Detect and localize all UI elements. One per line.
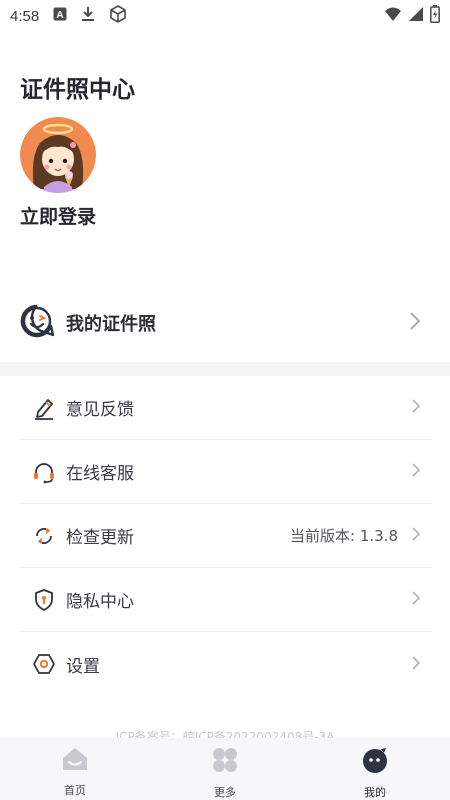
my-photos-row[interactable]: 我的证件照: [20, 295, 430, 351]
smile-face-icon: [20, 304, 55, 342]
shield-lock-icon: [32, 588, 56, 612]
chevron-right-icon: [412, 462, 421, 481]
grid-icon: [211, 746, 239, 778]
menu-item-customer-service[interactable]: 在线客服: [20, 440, 432, 504]
chevron-right-icon: [412, 398, 421, 417]
status-bar: 4:58 A: [0, 0, 450, 32]
home-icon: [61, 746, 89, 776]
chevron-right-icon: [410, 312, 421, 334]
headset-icon: [32, 460, 56, 484]
signal-icon: [408, 6, 424, 26]
menu-item-label: 隐私中心: [66, 592, 134, 612]
chevron-right-icon: [412, 590, 421, 609]
profile-face-icon: [361, 746, 389, 778]
cube-icon: [109, 5, 127, 27]
menu-item-label: 检查更新: [66, 528, 134, 548]
tab-label: 更多: [214, 786, 236, 799]
download-icon: [81, 6, 95, 26]
status-time: 4:58: [10, 7, 40, 25]
menu-item-label: 意见反馈: [66, 400, 134, 420]
section-divider: [0, 362, 450, 376]
tab-more[interactable]: 更多: [150, 738, 300, 800]
tab-mine[interactable]: 我的: [300, 738, 450, 800]
chevron-right-icon: [412, 526, 421, 545]
tab-label: 首页: [64, 784, 86, 797]
menu-item-feedback[interactable]: 意见反馈: [20, 376, 432, 440]
screen: 4:58 A 证件照中心 立即登录 我的证件照 意见反馈 在线客服 检查更新 当…: [0, 0, 450, 800]
battery-icon: [430, 5, 440, 27]
settings-menu: 意见反馈 在线客服 检查更新 当前版本: 1.3.8 隐私中心 设置: [20, 376, 432, 696]
bottom-tab-bar: 首页 更多 我的: [0, 738, 450, 800]
svg-text:A: A: [57, 10, 64, 21]
menu-item-settings[interactable]: 设置: [20, 632, 432, 696]
menu-item-label: 设置: [66, 656, 100, 677]
chevron-right-icon: [412, 655, 421, 674]
tab-label: 我的: [364, 786, 386, 799]
tab-home[interactable]: 首页: [0, 738, 150, 800]
wifi-icon: [384, 6, 402, 26]
menu-item-privacy[interactable]: 隐私中心: [20, 568, 432, 632]
menu-item-label: 在线客服: [66, 464, 134, 484]
my-photos-label: 我的证件照: [66, 314, 156, 335]
settings-icon: [32, 652, 56, 676]
app-notification-icon: A: [53, 7, 67, 25]
login-link[interactable]: 立即登录: [20, 202, 96, 229]
page-title: 证件照中心: [20, 77, 135, 103]
avatar[interactable]: [20, 117, 96, 193]
refresh-icon: [32, 524, 56, 548]
menu-item-check-update[interactable]: 检查更新 当前版本: 1.3.8: [20, 504, 432, 568]
app-version-text: 当前版本: 1.3.8: [290, 527, 398, 545]
pencil-icon: [32, 396, 56, 420]
